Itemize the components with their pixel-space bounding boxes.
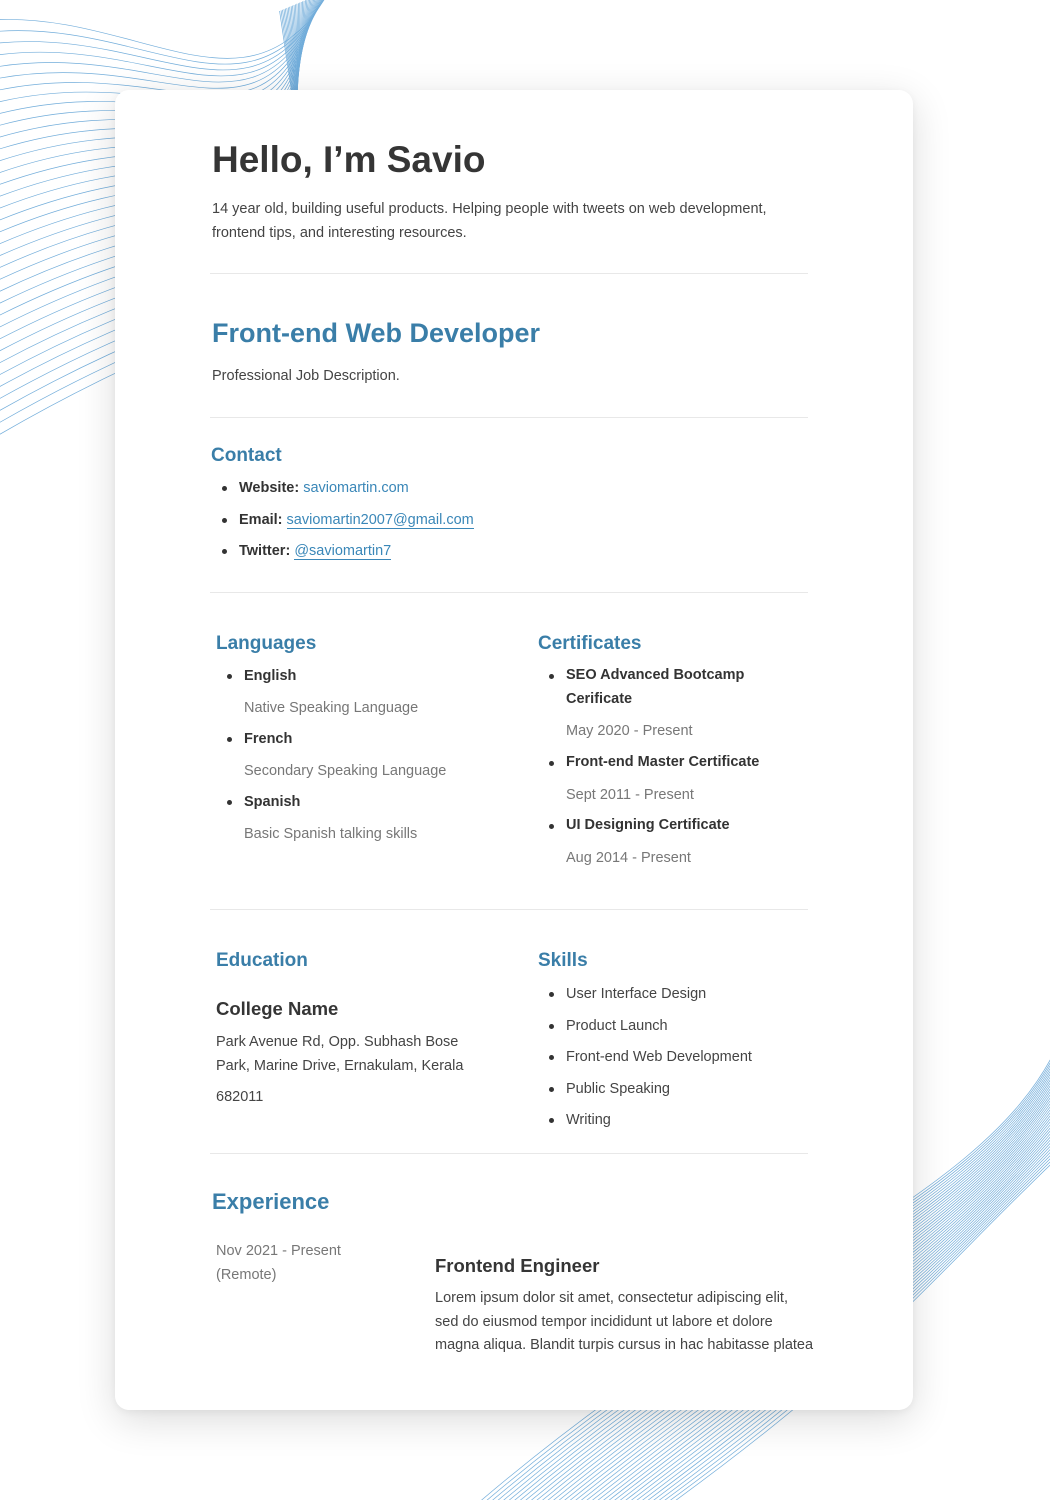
- bullet-icon: [227, 737, 232, 742]
- bullet-icon: [549, 674, 554, 679]
- profession-description: Professional Job Description.: [212, 368, 400, 384]
- skills-title: Skills: [538, 950, 588, 971]
- certificate-date: May 2020 - Present: [566, 723, 693, 739]
- certificate-name: SEO Advanced Bootcamp Cerificate: [566, 667, 745, 707]
- language-name: French: [244, 731, 293, 747]
- contact-item-email: Email: saviomartin2007@gmail.com: [222, 508, 474, 540]
- wave-line: [0, 0, 325, 59]
- skill-label: Front-end Web Development: [566, 1049, 752, 1065]
- bullet-icon: [549, 1086, 554, 1092]
- skill-item: Writing: [549, 1108, 826, 1140]
- bullet-icon: [549, 1023, 554, 1029]
- bullet-icon: [227, 674, 232, 679]
- contact-item-website: Website: saviomartin.com: [222, 476, 474, 508]
- contact-key: Website:: [239, 480, 300, 496]
- job-description: Lorem ipsum dolor sit amet, consectetur …: [435, 1290, 814, 1354]
- language-item: Spanish Basic Spanish talking skills: [227, 790, 514, 853]
- bullet-icon: [549, 992, 554, 997]
- skill-item: Product Launch: [549, 1014, 826, 1046]
- profession-title: Front-end Web Developer: [212, 318, 541, 348]
- experience-date: Nov 2021 - Present (Remote): [216, 1243, 341, 1283]
- bullet-icon: [222, 517, 227, 523]
- greeting-heading: Hello, I’m Savio: [212, 139, 486, 180]
- certificate-item: Front-end Master Certificate Sept 2011 -…: [549, 751, 766, 814]
- skill-item: Public Speaking: [549, 1077, 826, 1109]
- contact-key: Email:: [239, 511, 283, 528]
- email-link[interactable]: saviomartin2007@gmail.com: [286, 511, 474, 529]
- wave-line: [0, 0, 324, 65]
- skill-label: Product Launch: [566, 1017, 668, 1034]
- certificates-list: SEO Advanced Bootcamp Cerificate May 202…: [549, 664, 766, 877]
- divider: [210, 273, 808, 274]
- twitter-link[interactable]: @saviomartin7: [294, 543, 392, 560]
- divider: [210, 1153, 808, 1154]
- divider: [210, 417, 808, 418]
- certificate-date: Aug 2014 - Present: [566, 849, 691, 866]
- languages-title: Languages: [216, 633, 317, 654]
- certificate-item: UI Designing Certificate Aug 2014 - Pres…: [549, 814, 766, 877]
- skill-label: Writing: [566, 1112, 611, 1128]
- bullet-icon: [227, 800, 232, 805]
- wave-line: [0, 0, 322, 83]
- resume-card: Hello, I’m Savio 14 year old, building u…: [115, 90, 913, 1410]
- wave-line: [0, 0, 320, 95]
- divider: [210, 909, 808, 910]
- skill-label: Public Speaking: [566, 1080, 670, 1097]
- experience-title: Experience: [212, 1189, 330, 1214]
- language-name: English: [244, 668, 297, 684]
- website-link[interactable]: saviomartin.com: [303, 480, 409, 496]
- divider: [210, 592, 808, 593]
- bullet-icon: [222, 486, 227, 491]
- languages-list: English Native Speaking Language French …: [227, 664, 514, 853]
- bullet-icon: [549, 1118, 554, 1123]
- language-item: French Secondary Speaking Language: [227, 727, 514, 790]
- intro-text: 14 year old, building useful products. H…: [212, 201, 767, 241]
- certificate-name: UI Designing Certificate: [566, 817, 730, 833]
- contact-list: Website: saviomartin.com Email: saviomar…: [222, 476, 474, 571]
- certificate-name: Front-end Master Certificate: [566, 754, 760, 770]
- college-address: Park Avenue Rd, Opp. Subhash Bose Park, …: [216, 1034, 464, 1074]
- certificate-item: SEO Advanced Bootcamp Cerificate May 202…: [549, 664, 766, 751]
- bullet-icon: [222, 549, 227, 554]
- job-title: Frontend Engineer: [435, 1255, 600, 1276]
- language-description: Native Speaking Language: [244, 700, 419, 716]
- skill-item: Front-end Web Development: [549, 1045, 826, 1077]
- skill-label: User Interface Design: [566, 986, 707, 1002]
- certificates-title: Certificates: [538, 633, 642, 654]
- education-title: Education: [216, 950, 308, 971]
- college-pin: 682011: [216, 1089, 264, 1105]
- contact-item-twitter: Twitter: @saviomartin7: [222, 539, 474, 571]
- contact-key: Twitter:: [239, 543, 291, 559]
- certificate-date: Sept 2011 - Present: [566, 786, 694, 803]
- language-description: Basic Spanish talking skills: [244, 826, 418, 842]
- skills-list: User Interface Design Product Launch Fro…: [549, 982, 826, 1140]
- bullet-icon: [549, 1055, 554, 1060]
- bullet-icon: [549, 761, 554, 766]
- language-description: Secondary Speaking Language: [244, 763, 447, 779]
- language-name: Spanish: [244, 794, 301, 810]
- contact-title: Contact: [211, 445, 282, 466]
- bullet-icon: [549, 824, 554, 829]
- college-name: College Name: [216, 998, 339, 1019]
- skill-item: User Interface Design: [549, 982, 826, 1014]
- language-item: English Native Speaking Language: [227, 664, 514, 727]
